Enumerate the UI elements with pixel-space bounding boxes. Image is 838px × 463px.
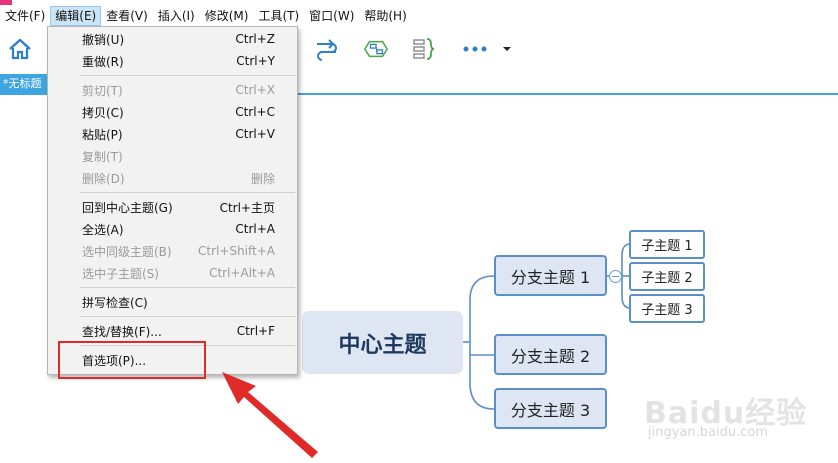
subtopic-1[interactable]: 子主题 1 [629,230,705,259]
edit-menu-dropdown: 撤销(U) Ctrl+Z 重做(R) Ctrl+Y 剪切(T) Ctrl+X 拷… [47,26,298,375]
branch-topic-1[interactable]: 分支主题 1 [494,255,607,296]
menu-item-select-children[interactable]: 选中子主题(S) Ctrl+Alt+A [48,262,297,284]
menu-separator [80,192,295,193]
menu-item-duplicate[interactable]: 复制(T) [48,145,297,167]
menu-item-find-replace[interactable]: 查找/替换(F)... Ctrl+F [48,320,297,342]
collapse-toggle[interactable] [609,270,622,283]
highlight-box [58,341,206,379]
menu-item-copy[interactable]: 拷贝(C) Ctrl+C [48,101,297,123]
menu-item-cut[interactable]: 剪切(T) Ctrl+X [48,79,297,101]
central-topic[interactable]: 中心主题 [302,311,463,374]
branch-topic-2[interactable]: 分支主题 2 [494,334,607,375]
menu-item-select-all[interactable]: 全选(A) Ctrl+A [48,218,297,240]
branch-topic-3[interactable]: 分支主题 3 [494,388,607,429]
menu-item-paste[interactable]: 粘贴(P) Ctrl+V [48,123,297,145]
menu-item-redo[interactable]: 重做(R) Ctrl+Y [48,50,297,72]
menu-item-go-central[interactable]: 回到中心主题(G) Ctrl+主页 [48,196,297,218]
subtopic-3[interactable]: 子主题 3 [629,294,705,323]
menu-item-undo[interactable]: 撤销(U) Ctrl+Z [48,28,297,50]
menu-item-delete[interactable]: 删除(D) 删除 [48,167,297,189]
menu-item-spellcheck[interactable]: 拼写检查(C) [48,291,297,313]
subtopic-2[interactable]: 子主题 2 [629,262,705,291]
menu-item-select-siblings[interactable]: 选中同级主题(B) Ctrl+Shift+A [48,240,297,262]
menu-separator [80,287,295,288]
menu-separator [80,75,295,76]
menu-separator [80,316,295,317]
watermark-url: jingyan.baidu.com [648,425,768,440]
